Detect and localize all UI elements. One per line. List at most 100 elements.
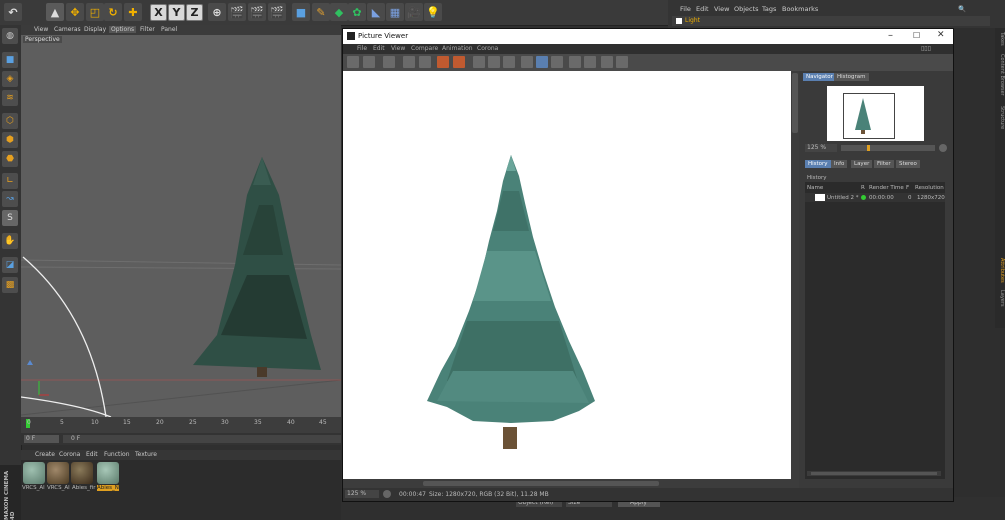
column-render-time[interactable]: Render Time (869, 185, 904, 191)
vertical-scrollbar[interactable] (791, 71, 799, 479)
render-icon[interactable] (453, 56, 465, 68)
a-marker-icon[interactable] (569, 56, 581, 68)
tab-content-browser[interactable]: Content Browser (995, 54, 1005, 96)
a-icon[interactable] (473, 56, 485, 68)
interactive-render-icon[interactable] (419, 56, 431, 68)
menu-create[interactable]: Create (35, 451, 55, 458)
tab-stereo[interactable]: Stereo (896, 160, 920, 168)
viewport[interactable]: Perspective (21, 35, 341, 417)
menu-objects[interactable]: Objects (734, 5, 759, 13)
tab-filter[interactable]: Filter (874, 160, 894, 168)
scale-icon[interactable]: ◰ (86, 3, 104, 21)
rotate-icon[interactable]: ↻ (104, 3, 122, 21)
nav-zoom-field[interactable]: 125 % (805, 144, 837, 152)
model-mode-icon[interactable]: ■ (2, 52, 18, 68)
column-f[interactable]: F (906, 185, 909, 191)
edges-mode-icon[interactable]: ⬢ (2, 132, 18, 148)
menu-edit[interactable]: Edit (373, 45, 385, 52)
stop-render-icon[interactable] (437, 56, 449, 68)
menu-corona[interactable]: Corona (477, 45, 498, 52)
horizontal-scrollbar[interactable] (343, 479, 799, 488)
save-icon[interactable] (363, 56, 375, 68)
tab-history[interactable]: History (805, 160, 831, 168)
points-mode-icon[interactable]: ⬡ (2, 113, 18, 129)
history-scrollbar[interactable] (807, 471, 941, 476)
lock-workplane-icon[interactable]: ✋ (2, 233, 18, 249)
maximize-icon[interactable]: ☐ (913, 31, 920, 40)
menu-edit[interactable]: Edit (696, 5, 709, 13)
enable-axis-icon[interactable]: ∟ (2, 173, 18, 189)
menu-edit[interactable]: Edit (86, 451, 98, 458)
material-swatch[interactable] (71, 462, 93, 484)
menu-file[interactable]: File (680, 5, 691, 13)
material-swatch[interactable] (23, 462, 45, 484)
select-icon[interactable]: ▲ (46, 3, 64, 21)
layout-icon[interactable]: ▯▯▯ (921, 45, 931, 52)
object-name[interactable]: Light (685, 17, 700, 24)
add-icon[interactable] (939, 144, 947, 152)
search-icon[interactable]: 🔍 (958, 5, 966, 13)
tab-attributes[interactable]: Attributes (995, 258, 1005, 283)
polygons-mode-icon[interactable]: ⬣ (2, 151, 18, 167)
region-icon[interactable] (403, 56, 415, 68)
column-r[interactable]: R (861, 185, 865, 191)
current-frame-field[interactable]: 0 F (24, 435, 59, 443)
subdivision-icon[interactable]: ◆ (330, 3, 348, 21)
compare-icon[interactable] (503, 56, 515, 68)
grid-icon[interactable]: ▩ (2, 277, 18, 293)
render-canvas[interactable] (343, 71, 791, 479)
split-horizontal-icon[interactable] (536, 56, 548, 68)
coordinate-system-icon[interactable]: ⊕ (208, 3, 226, 21)
tab-layers[interactable]: Layers (995, 290, 1005, 307)
object-row[interactable]: Light (672, 16, 990, 26)
menu-view[interactable]: View (714, 5, 729, 13)
nav-zoom-slider[interactable] (841, 145, 935, 151)
menu-tags[interactable]: Tags (762, 5, 776, 13)
menu-cameras[interactable]: Cameras (54, 26, 81, 33)
tab-structure[interactable]: Structure (995, 106, 1005, 129)
list-view-icon[interactable] (616, 56, 628, 68)
tweak-icon[interactable]: ↝ (2, 191, 18, 207)
close-icon[interactable]: ✕ (937, 30, 945, 40)
render-to-picture-viewer-icon[interactable]: 🎬 (248, 3, 266, 21)
scroll-thumb[interactable] (811, 472, 937, 475)
b-marker-icon[interactable] (584, 56, 596, 68)
minimize-icon[interactable]: – (888, 30, 893, 41)
array-icon[interactable]: ✿ (348, 3, 366, 21)
light-icon[interactable]: 💡 (424, 3, 442, 21)
y-axis-button[interactable]: Y (168, 4, 185, 21)
tab-layer[interactable]: Layer (851, 160, 873, 168)
pen-icon[interactable]: ✎ (312, 3, 330, 21)
menu-bookmarks[interactable]: Bookmarks (782, 5, 818, 13)
history-row[interactable]: Untitled 2 * 00:00:00 0 1280x720 (805, 193, 945, 202)
menu-options[interactable]: Options (109, 26, 137, 33)
b-icon[interactable] (488, 56, 500, 68)
snap-icon[interactable]: S (2, 210, 18, 226)
menu-function[interactable]: Function (104, 451, 130, 458)
menu-compare[interactable]: Compare (411, 45, 438, 52)
tab-takes[interactable]: Takes (995, 32, 1005, 46)
x-axis-button[interactable]: X (150, 4, 167, 21)
menu-display[interactable]: Display (84, 26, 106, 33)
workplane-icon[interactable]: ≋ (2, 90, 18, 106)
column-name[interactable]: Name (807, 185, 823, 191)
split-vertical-icon[interactable] (551, 56, 563, 68)
menu-texture[interactable]: Texture (135, 451, 157, 458)
z-axis-button[interactable]: Z (186, 4, 203, 21)
swap-icon[interactable] (521, 56, 533, 68)
floor-icon[interactable]: ▦ (386, 3, 404, 21)
tab-histogram[interactable]: Histogram (834, 73, 869, 81)
scroll-thumb[interactable] (792, 73, 798, 133)
scroll-thumb[interactable] (423, 481, 659, 486)
open-icon[interactable] (347, 56, 359, 68)
menu-panel[interactable]: Panel (161, 26, 177, 33)
deformer-icon[interactable]: ◣ (367, 3, 385, 21)
cube-icon[interactable]: ■ (292, 3, 310, 21)
timeline[interactable]: 0 5 10 15 20 25 30 35 40 45 (21, 417, 341, 433)
camera-icon[interactable]: 🎥 (405, 3, 423, 21)
slider-handle[interactable] (867, 145, 870, 151)
material-swatch[interactable] (97, 462, 119, 484)
make-editable-icon[interactable]: ◍ (2, 28, 18, 44)
fullscreen-icon[interactable] (383, 56, 395, 68)
menu-view[interactable]: View (391, 45, 405, 52)
